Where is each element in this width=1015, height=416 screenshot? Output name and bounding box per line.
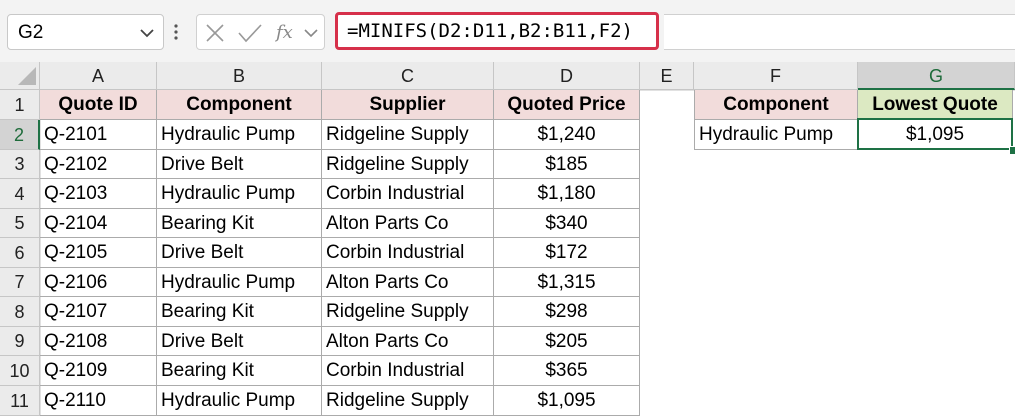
lookup-header-lowest-quote[interactable]: Lowest Quote: [858, 90, 1013, 120]
column-header-f[interactable]: F: [694, 62, 858, 90]
cell-quoted-price[interactable]: $1,180: [494, 179, 640, 209]
row-header-7[interactable]: 7: [0, 268, 40, 297]
column-header-a[interactable]: A: [40, 62, 157, 90]
cell-quote-id[interactable]: Q-2104: [40, 209, 157, 238]
cell-component[interactable]: Drive Belt: [157, 150, 322, 179]
cell-quote-id[interactable]: Q-2108: [40, 327, 157, 356]
cell-component[interactable]: Drive Belt: [157, 327, 322, 356]
cell-quote-id[interactable]: Q-2110: [40, 386, 157, 416]
header-quote-id[interactable]: Quote ID: [40, 90, 157, 120]
row-header-5[interactable]: 5: [0, 209, 40, 238]
lookup-header-component[interactable]: Component: [694, 90, 858, 120]
row-header-1[interactable]: 1: [0, 90, 40, 120]
cell-component[interactable]: Drive Belt: [157, 238, 322, 268]
cell-quoted-price[interactable]: $205: [494, 327, 640, 356]
cell-quoted-price[interactable]: $185: [494, 150, 640, 179]
row-header-11[interactable]: 11: [0, 386, 40, 416]
header-supplier[interactable]: Supplier: [322, 90, 494, 120]
fill-handle[interactable]: [1009, 146, 1015, 155]
cell-supplier[interactable]: Alton Parts Co: [322, 209, 494, 238]
row-header-10[interactable]: 10: [0, 356, 40, 386]
name-box-value: G2: [18, 22, 44, 43]
cell-supplier[interactable]: Ridgeline Supply: [322, 386, 494, 416]
cell-quoted-price[interactable]: $1,095: [494, 386, 640, 416]
header-quoted-price[interactable]: Quoted Price: [494, 90, 640, 120]
formula-buttons: fx: [196, 14, 325, 50]
cell-supplier[interactable]: Ridgeline Supply: [322, 120, 494, 150]
row-header-8[interactable]: 8: [0, 297, 40, 327]
cell-supplier[interactable]: Ridgeline Supply: [322, 297, 494, 327]
formula-bar-area: G2 fx =MINIFS(D2:D11,B2:B11,F2): [0, 0, 1015, 63]
cell-component[interactable]: Hydraulic Pump: [157, 120, 322, 150]
column-header-e[interactable]: E: [640, 62, 694, 90]
expand-chevron-icon[interactable]: [303, 26, 319, 40]
cell-quote-id[interactable]: Q-2105: [40, 238, 157, 268]
cell-quote-id[interactable]: Q-2109: [40, 356, 157, 386]
cell-component[interactable]: Hydraulic Pump: [157, 268, 322, 297]
chevron-down-icon[interactable]: [139, 26, 155, 40]
cell-component[interactable]: Bearing Kit: [157, 209, 322, 238]
lookup-component-value[interactable]: Hydraulic Pump: [694, 120, 858, 150]
cell-supplier[interactable]: Alton Parts Co: [322, 327, 494, 356]
column-header-b[interactable]: B: [157, 62, 322, 90]
cell-component[interactable]: Bearing Kit: [157, 356, 322, 386]
formula-input-extension[interactable]: [664, 14, 1015, 50]
more-options-icon[interactable]: [173, 18, 179, 46]
column-header-g[interactable]: G: [858, 62, 1015, 90]
cell-quoted-price[interactable]: $1,315: [494, 268, 640, 297]
cell-quoted-price[interactable]: $298: [494, 297, 640, 327]
cell-quote-id[interactable]: Q-2101: [40, 120, 157, 150]
cell-quoted-price[interactable]: $340: [494, 209, 640, 238]
cell-quote-id[interactable]: Q-2102: [40, 150, 157, 179]
row-header-4[interactable]: 4: [0, 179, 40, 209]
cell-quoted-price[interactable]: $365: [494, 356, 640, 386]
cell-quoted-price[interactable]: $1,240: [494, 120, 640, 150]
header-component[interactable]: Component: [157, 90, 322, 120]
cell-supplier[interactable]: Alton Parts Co: [322, 268, 494, 297]
enter-check-icon[interactable]: [237, 23, 263, 43]
cell-supplier[interactable]: Corbin Industrial: [322, 356, 494, 386]
svg-text:fx: fx: [275, 22, 293, 43]
cell-quote-id[interactable]: Q-2103: [40, 179, 157, 209]
column-header-c[interactable]: C: [322, 62, 494, 90]
cell-component[interactable]: Hydraulic Pump: [157, 179, 322, 209]
cancel-x-icon[interactable]: [205, 23, 225, 43]
row-header-3[interactable]: 3: [0, 150, 40, 179]
column-header-d[interactable]: D: [494, 62, 640, 90]
fx-icon[interactable]: fx: [275, 20, 299, 44]
cell-supplier[interactable]: Ridgeline Supply: [322, 150, 494, 179]
lookup-lowest-quote-value[interactable]: $1,095: [858, 120, 1013, 150]
select-all-triangle-icon: [18, 67, 36, 85]
formula-input[interactable]: =MINIFS(D2:D11,B2:B11,F2): [335, 12, 659, 50]
cell-component[interactable]: Bearing Kit: [157, 297, 322, 327]
cell-quote-id[interactable]: Q-2106: [40, 268, 157, 297]
row-header-2[interactable]: 2: [0, 120, 40, 150]
cell-quote-id[interactable]: Q-2107: [40, 297, 157, 327]
row-header-6[interactable]: 6: [0, 238, 40, 268]
cell-component[interactable]: Hydraulic Pump: [157, 386, 322, 416]
row-header-9[interactable]: 9: [0, 327, 40, 356]
name-box[interactable]: G2: [7, 14, 164, 50]
cell-quoted-price[interactable]: $172: [494, 238, 640, 268]
cell-supplier[interactable]: Corbin Industrial: [322, 238, 494, 268]
cell-supplier[interactable]: Corbin Industrial: [322, 179, 494, 209]
